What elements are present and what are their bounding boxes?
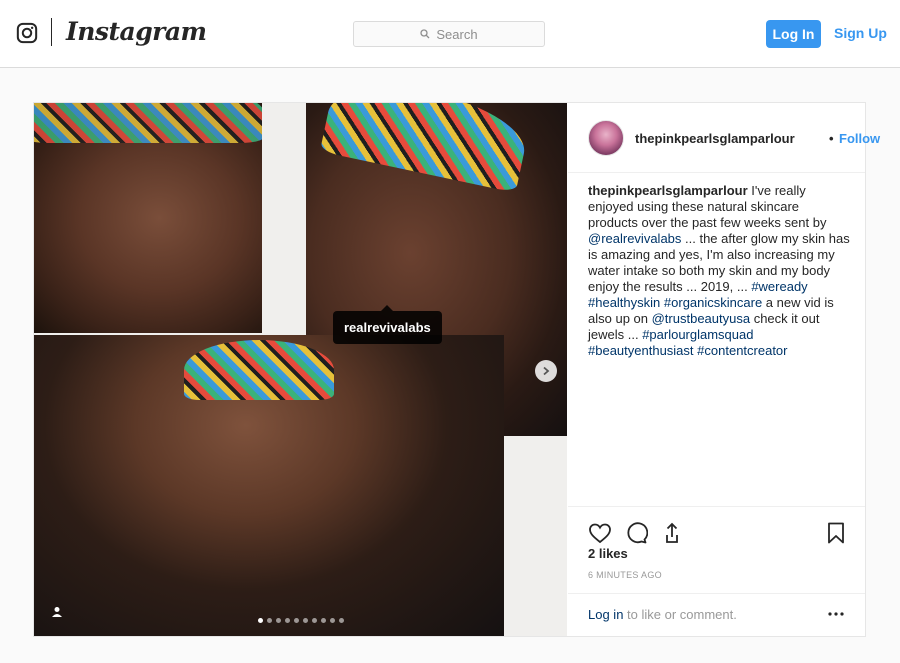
search-input[interactable]: Search: [353, 21, 545, 47]
follow-button[interactable]: Follow: [839, 131, 880, 146]
mention-link[interactable]: @realrevivalabs: [588, 231, 681, 246]
user-tag-label[interactable]: realrevivalabs: [333, 305, 442, 344]
hashtag-link[interactable]: #organicskincare: [664, 295, 762, 310]
carousel-dot: [294, 618, 299, 623]
likes-count[interactable]: 2 likes: [588, 546, 628, 561]
login-link[interactable]: Log in: [588, 607, 623, 622]
post-caption: thepinkpearlsglamparlour I've really enj…: [588, 183, 850, 359]
more-options-button[interactable]: [826, 604, 846, 624]
more-options-icon: [828, 612, 844, 616]
carousel-dot: [312, 618, 317, 623]
login-prompt: Log in to like or comment.: [588, 607, 737, 622]
heart-icon[interactable]: [588, 521, 612, 545]
carousel-dot: [321, 618, 326, 623]
carousel-dot: [267, 618, 272, 623]
carousel-dot: [285, 618, 290, 623]
hashtag-link[interactable]: #weready: [751, 279, 807, 294]
header-separator: •: [829, 131, 834, 146]
carousel-dot: [258, 618, 263, 623]
user-tag-button[interactable]: [48, 603, 66, 621]
post-sidebar: thepinkpearlsglamparlour • Follow thepin…: [568, 103, 880, 636]
carousel-indicator: [258, 618, 344, 623]
login-prompt-text: to like or comment.: [623, 607, 737, 622]
carousel-next-button[interactable]: [535, 360, 557, 382]
post-card: realrevivalabs thepinkpearlsglamparlour …: [33, 102, 880, 637]
signup-link[interactable]: Sign Up: [834, 25, 887, 41]
search-placeholder: Search: [436, 26, 478, 42]
carousel-dot: [339, 618, 344, 623]
bookmark-icon[interactable]: [824, 521, 848, 545]
photo-panel-bottom: [34, 335, 504, 636]
comment-bar: Log in to like or comment.: [568, 593, 865, 636]
search-icon: [420, 29, 430, 39]
instagram-wordmark[interactable]: Instagram: [66, 17, 207, 46]
share-icon[interactable]: [660, 521, 684, 545]
hashtag-link[interactable]: #healthyskin: [588, 295, 660, 310]
carousel-dot: [330, 618, 335, 623]
instagram-glyph-icon[interactable]: [16, 22, 38, 44]
post-header: thepinkpearlsglamparlour • Follow: [568, 103, 880, 173]
mention-link[interactable]: @trustbeautyusa: [652, 311, 750, 326]
avatar[interactable]: [588, 120, 624, 156]
hashtag-link[interactable]: #parlourglamsquad: [642, 327, 753, 342]
carousel-dot: [276, 618, 281, 623]
user-tag-icon: [52, 607, 62, 617]
post-actions: [568, 506, 865, 546]
post-timestamp: 6 MINUTES AGO: [588, 570, 662, 580]
login-button[interactable]: Log In: [766, 20, 821, 48]
hashtag-link[interactable]: #contentcreator: [697, 343, 787, 358]
post-media-carousel[interactable]: realrevivalabs: [34, 103, 567, 636]
chevron-right-icon: [543, 366, 550, 376]
post-username[interactable]: thepinkpearlsglamparlour: [635, 131, 795, 146]
top-nav-bar: Instagram Search Log In Sign Up: [0, 0, 900, 68]
hashtag-link[interactable]: #beautyenthusiast: [588, 343, 694, 358]
brand-divider: [51, 18, 52, 46]
carousel-dot: [303, 618, 308, 623]
photo-panel-top-left: [34, 103, 262, 333]
comment-icon[interactable]: [624, 521, 648, 545]
caption-username[interactable]: thepinkpearlsglamparlour: [588, 183, 748, 198]
